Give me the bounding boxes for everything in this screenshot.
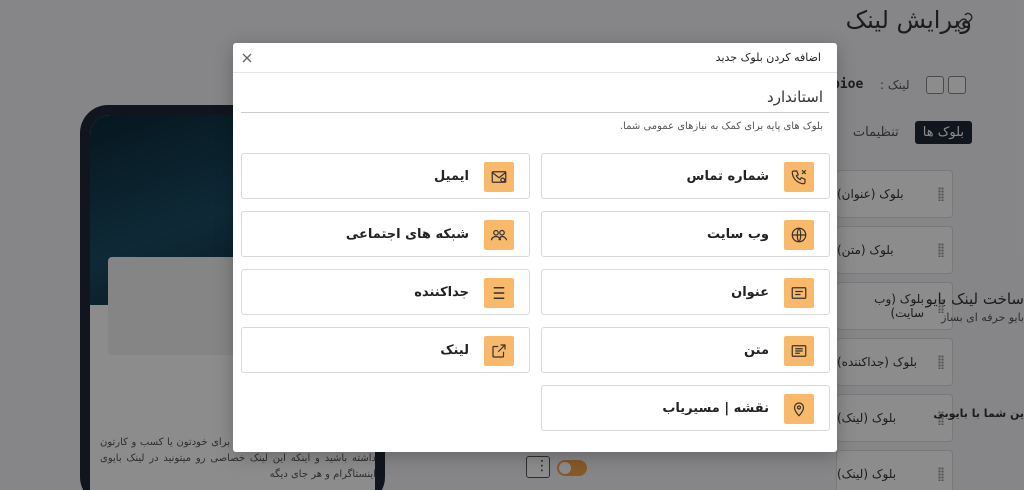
section-description: بلوک های پایه برای کمک به نیازهای عمومی …: [619, 121, 823, 132]
add-text-block-button[interactable]: متن: [541, 327, 830, 373]
modal-title: اضافه کردن بلوک جدید: [715, 51, 821, 64]
add-divider-block-button[interactable]: جداکننده: [241, 269, 530, 315]
add-title-block-button[interactable]: عنوان: [541, 269, 830, 315]
add-website-block-button[interactable]: وب سایت: [541, 211, 830, 257]
block-label: متن: [743, 343, 769, 358]
block-label: نقشه | مسیریاب: [662, 401, 769, 416]
add-email-block-button[interactable]: ایمیل: [241, 153, 530, 199]
map-pin-icon: [784, 394, 814, 424]
block-label: شبکه های اجتماعی: [345, 227, 469, 242]
section-divider: [241, 112, 829, 113]
external-link-icon: [484, 336, 514, 366]
block-label: شماره تماس: [686, 169, 769, 184]
close-icon[interactable]: [239, 50, 255, 66]
email-icon: [484, 162, 514, 192]
globe-icon: [784, 220, 814, 250]
add-link-block-button[interactable]: لینک: [241, 327, 530, 373]
divider-icon: [484, 278, 514, 308]
block-label: عنوان: [731, 285, 769, 300]
section-title: استاندارد: [767, 88, 823, 106]
add-social-block-button[interactable]: شبکه های اجتماعی: [241, 211, 530, 257]
phone-icon: [784, 162, 814, 192]
block-label: ایمیل: [434, 169, 469, 184]
users-icon: [484, 220, 514, 250]
modal-header: اضافه کردن بلوک جدید: [233, 43, 837, 73]
block-label: جداکننده: [414, 285, 469, 300]
block-label: وب سایت: [707, 227, 769, 242]
add-phone-block-button[interactable]: شماره تماس: [541, 153, 830, 199]
title-icon: [784, 278, 814, 308]
add-block-modal: اضافه کردن بلوک جدید استاندارد بلوک های …: [233, 43, 837, 452]
block-label: لینک: [440, 343, 469, 358]
text-icon: [784, 336, 814, 366]
add-map-block-button[interactable]: نقشه | مسیریاب: [541, 385, 830, 431]
